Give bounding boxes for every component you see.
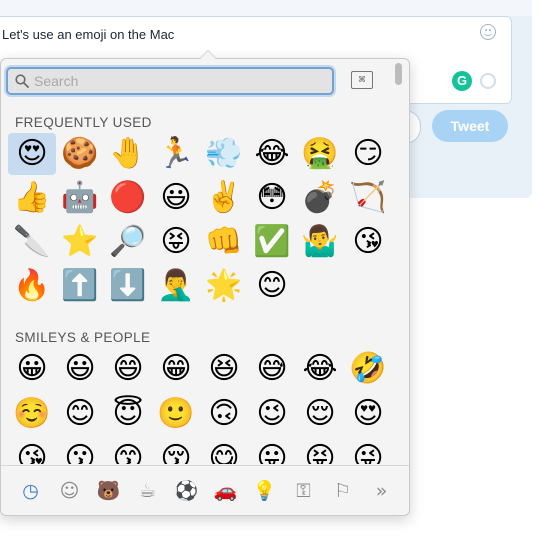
emoji-cell[interactable]: 😘	[344, 221, 391, 263]
emoji-cell[interactable]: 😍	[8, 133, 56, 175]
emoji-cell[interactable]: 😄	[104, 348, 152, 390]
emoji-row: 🔥 ⬆️ ⬇️ 🤦‍♂️ 🌟 😊	[8, 265, 296, 307]
emoji-cell[interactable]: 😂	[296, 348, 344, 390]
emoji-row: 🔪 ⭐ 🔎 😝 👊 ✅ 🤷‍♂️ 😘	[8, 221, 391, 263]
popover-caret	[199, 50, 217, 59]
category-animal-icon[interactable]: 🐻	[89, 476, 128, 506]
emoji-picker: ⌘ FREQUENTLY USED 😍🍪🤚🏃💨😂🤮😏👍🤖🔴😃✌️😳💣🏹🔪⭐🔎😝👊…	[0, 50, 410, 516]
emoji-cell[interactable]: 😳	[248, 177, 296, 219]
emoji-cell[interactable]: 🤮	[296, 133, 344, 175]
emoji-cell[interactable]: 🔪	[8, 221, 56, 263]
emoji-cell[interactable]: ⭐	[56, 221, 104, 263]
emoji-cell[interactable]: 😝	[296, 438, 344, 465]
emoji-cell[interactable]: 😇	[104, 393, 152, 435]
search-input[interactable]	[34, 71, 324, 91]
emoji-cell[interactable]: 😃	[56, 348, 104, 390]
emoji-button-icon[interactable]	[480, 24, 496, 40]
character-viewer-icon[interactable]: ⌘	[351, 71, 373, 89]
category-clock-icon[interactable]: ◷	[11, 476, 50, 506]
category-symbols-icon[interactable]: ⚿	[284, 476, 323, 506]
emoji-row: 😀 😃 😄 😁 😆 😅 😂 🤣	[8, 348, 391, 390]
emoji-cell[interactable]: 😙	[104, 438, 152, 465]
category-food-icon[interactable]: ☕	[128, 476, 167, 506]
emoji-cell[interactable]: 😗	[56, 438, 104, 465]
category-smiley-icon[interactable]: ☺	[50, 476, 89, 506]
category-objects-icon[interactable]: 💡	[245, 476, 284, 506]
tweet-button[interactable]: Tweet	[432, 110, 508, 142]
emoji-cell[interactable]: 😘	[8, 438, 56, 465]
emoji-cell[interactable]: 😏	[344, 133, 391, 175]
emoji-cell[interactable]: 🏹	[344, 177, 391, 219]
emoji-row: ☺️ 😊 😇 🙂 🙃 😉 😌 😍	[8, 393, 391, 435]
category-travel-icon[interactable]: 🚗	[206, 476, 245, 506]
emoji-cell[interactable]: 😉	[248, 393, 296, 435]
emoji-cell[interactable]: ☺️	[8, 393, 56, 435]
emoji-row: 👍 🤖 🔴 😃 ✌️ 😳 💣 🏹	[8, 177, 391, 219]
emoji-cell[interactable]: 🏃	[152, 133, 200, 175]
emoji-cell[interactable]: 😜	[344, 438, 391, 465]
emoji-cell[interactable]: 😊	[248, 265, 296, 307]
emoji-cell[interactable]: 😛	[248, 438, 296, 465]
emoji-cell[interactable]: 🍪	[56, 133, 104, 175]
emoji-cell[interactable]: 💨	[200, 133, 248, 175]
emoji-cell[interactable]: ⬇️	[104, 265, 152, 307]
search-icon	[15, 74, 29, 88]
emoji-cell[interactable]: 🤦‍♂️	[152, 265, 200, 307]
category-activity-icon[interactable]: ⚽	[167, 476, 206, 506]
category-flag-icon[interactable]: ⚐	[323, 476, 362, 506]
emoji-cell[interactable]: 😂	[248, 133, 296, 175]
emoji-cell[interactable]: ⬆️	[56, 265, 104, 307]
emoji-cell[interactable]: 😍	[344, 393, 391, 435]
emoji-cell[interactable]: 🤣	[344, 348, 391, 390]
search-field[interactable]	[6, 67, 334, 95]
emoji-row: 😍 🍪 🤚 🏃 💨 😂 🤮 😏	[8, 133, 391, 175]
emoji-cell[interactable]: ✅	[248, 221, 296, 263]
emoji-cell[interactable]: 😊	[56, 393, 104, 435]
emoji-cell[interactable]: 🤖	[56, 177, 104, 219]
character-count-ring	[480, 73, 496, 89]
emoji-cell[interactable]: 🙂	[152, 393, 200, 435]
emoji-cell[interactable]: 😌	[296, 393, 344, 435]
scrollbar[interactable]	[393, 61, 403, 471]
section-title-smileys-people: SMILEYS & PEOPLE	[15, 330, 151, 345]
emoji-cell[interactable]: 😀	[8, 348, 56, 390]
section-title-frequently-used: FREQUENTLY USED	[15, 115, 152, 130]
composer-header	[0, 0, 532, 16]
emoji-cell[interactable]: 🤷‍♂️	[296, 221, 344, 263]
grammarly-icon[interactable]: G	[452, 71, 472, 91]
emoji-cell[interactable]: ✌️	[200, 177, 248, 219]
emoji-cell[interactable]: 😁	[152, 348, 200, 390]
emoji-cell[interactable]: 👍	[8, 177, 56, 219]
emoji-cell[interactable]: 👊	[200, 221, 248, 263]
category-more-icon[interactable]: »	[362, 476, 401, 506]
emoji-cell[interactable]: 🔥	[8, 265, 56, 307]
emoji-cell[interactable]: 🔎	[104, 221, 152, 263]
emoji-cell[interactable]: 😝	[152, 221, 200, 263]
tweet-text[interactable]: Let's use an emoji on the Mac	[2, 27, 174, 42]
emoji-cell[interactable]: 💣	[296, 177, 344, 219]
emoji-cell[interactable]: 😋	[200, 438, 248, 465]
emoji-cell[interactable]: 😆	[200, 348, 248, 390]
emoji-cell[interactable]: 🌟	[200, 265, 248, 307]
emoji-cell[interactable]: 🙃	[200, 393, 248, 435]
emoji-cell[interactable]: 😃	[152, 177, 200, 219]
category-bar: ◷ ☺ 🐻 ☕ ⚽ 🚗 💡 ⚿ ⚐»	[1, 465, 409, 515]
emoji-grid-area: ⌘ FREQUENTLY USED 😍🍪🤚🏃💨😂🤮😏👍🤖🔴😃✌️😳💣🏹🔪⭐🔎😝👊…	[1, 59, 391, 464]
emoji-cell[interactable]: 🤚	[104, 133, 152, 175]
scrollbar-thumb[interactable]	[395, 63, 402, 85]
emoji-cell[interactable]: 🔴	[104, 177, 152, 219]
emoji-row: 😘 😗 😙 😚 😋 😛 😝 😜	[8, 438, 391, 465]
emoji-cell[interactable]: 😚	[152, 438, 200, 465]
emoji-cell[interactable]: 😅	[248, 348, 296, 390]
